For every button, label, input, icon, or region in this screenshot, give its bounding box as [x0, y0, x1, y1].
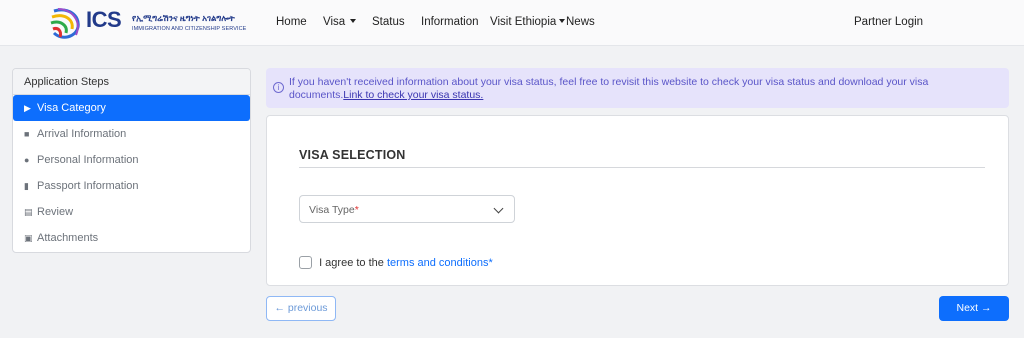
brand-english: IMMIGRATION AND CITIZENSHIP SERVICE [132, 26, 247, 32]
nav-visit-ethiopia-label: Visit Ethiopia [490, 16, 557, 28]
nav-news-label: News [566, 16, 595, 28]
terms-agreement: I agree to the terms and conditions* [299, 256, 493, 269]
nav-news[interactable]: News [566, 16, 595, 28]
visa-type-select[interactable]: Visa Type* [299, 195, 515, 223]
nav-visa-label: Visa [323, 16, 346, 28]
terms-checkbox[interactable] [299, 256, 312, 269]
step-personal-information[interactable]: ● Personal Information [13, 147, 250, 173]
application-steps-panel: Application Steps ▶ Visa Category ■ Arriva… [12, 68, 251, 253]
step-arrival-information[interactable]: ■ Arrival Information [13, 121, 250, 147]
step-label: Review [37, 206, 74, 218]
application-steps-heading: Application Steps [13, 69, 250, 95]
section-title: VISA SELECTION [299, 148, 406, 162]
nav-visit-ethiopia[interactable]: Visit Ethiopia [490, 16, 566, 28]
step-label: Passport Information [37, 180, 139, 192]
step-passport-information[interactable]: ▮ Passport Information [13, 173, 250, 199]
ics-emblem-icon [50, 8, 80, 39]
partner-login-link[interactable]: Partner Login [854, 16, 923, 28]
previous-button[interactable]: ← previous [266, 296, 336, 321]
step-label: Visa Category [37, 102, 106, 114]
visa-type-placeholder: Visa Type [309, 204, 355, 216]
visa-selection-card: VISA SELECTION Visa Type* I agree to the… [266, 115, 1009, 286]
car-icon: ■ [24, 129, 30, 139]
visa-status-alert: i If you haven't received information ab… [266, 68, 1009, 108]
nav-status-label: Status [372, 16, 405, 28]
nav-visa[interactable]: Visa [323, 16, 357, 28]
step-label: Attachments [37, 232, 99, 244]
step-label: Arrival Information [37, 128, 127, 140]
step-visa-category[interactable]: ▶ Visa Category [13, 95, 250, 121]
user-icon: ● [24, 155, 30, 165]
agree-label: I agree to the [319, 257, 384, 269]
step-review[interactable]: ▤ Review [13, 199, 250, 225]
review-icon: ▤ [24, 207, 33, 217]
step-label: Personal Information [37, 154, 139, 166]
section-divider [299, 167, 985, 168]
nav-information[interactable]: Information [421, 16, 479, 28]
caret-down-icon [350, 19, 357, 23]
play-icon: ▶ [24, 103, 31, 113]
next-button[interactable]: Next → [939, 296, 1009, 321]
caret-down-icon [559, 19, 566, 23]
attachment-icon: ▣ [24, 233, 33, 243]
info-icon: i [273, 82, 284, 93]
document-icon: ▮ [24, 181, 29, 191]
brand-amharic: የኢሚግሬሽንና ዜግነት አገልግሎት [132, 13, 235, 23]
nav-home[interactable]: Home [276, 16, 307, 28]
nav-status[interactable]: Status [372, 16, 405, 28]
nav-home-label: Home [276, 16, 307, 28]
required-mark: * [354, 204, 359, 216]
brand-short: ICS [86, 7, 122, 32]
step-attachments[interactable]: ▣ Attachments [13, 225, 250, 251]
nav-information-label: Information [421, 16, 479, 28]
check-status-link[interactable]: Link to check your visa status. [343, 89, 483, 101]
ics-logo[interactable]: ICS የኢሚግሬሽንና ዜግነት አገልግሎት IMMIGRATION AND… [48, 7, 248, 41]
chevron-down-icon [493, 203, 504, 214]
terms-required-mark: * [488, 257, 493, 269]
terms-link[interactable]: terms and conditions [387, 257, 489, 269]
top-navbar: ICS የኢሚግሬሽንና ዜግነት አገልግሎት IMMIGRATION AND… [0, 0, 1024, 46]
